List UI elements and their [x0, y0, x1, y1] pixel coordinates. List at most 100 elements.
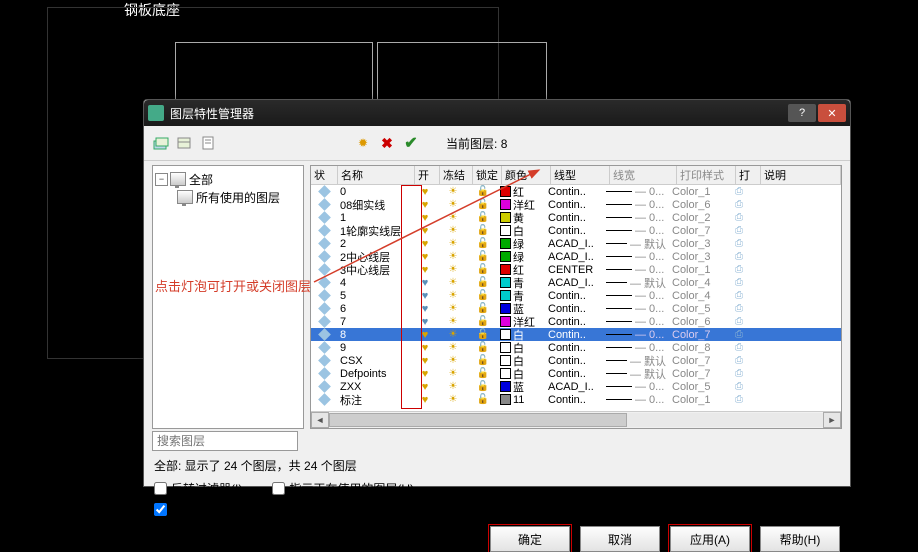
- on-toggle[interactable]: ♥: [413, 224, 437, 237]
- linetype-cell[interactable]: CENTER: [545, 263, 603, 276]
- on-toggle[interactable]: ♥: [413, 250, 437, 263]
- lineweight-cell[interactable]: — 0...: [603, 185, 669, 198]
- lock-toggle[interactable]: 🔓: [469, 341, 497, 354]
- on-toggle[interactable]: ♥: [413, 263, 437, 276]
- lineweight-cell[interactable]: — 默认: [603, 276, 669, 289]
- col-freeze[interactable]: 冻结: [440, 166, 473, 184]
- plotstyle-cell[interactable]: Color_4: [669, 276, 727, 289]
- freeze-toggle[interactable]: ☀: [437, 367, 469, 380]
- freeze-toggle[interactable]: ☀: [437, 315, 469, 328]
- invert-filter-checkbox[interactable]: 反转过滤器(I): [154, 480, 242, 497]
- description-cell[interactable]: [751, 367, 841, 380]
- on-toggle[interactable]: ♥: [413, 237, 437, 250]
- plotstyle-cell[interactable]: Color_5: [669, 380, 727, 393]
- layer-row[interactable]: 08细实线♥☀🔓洋红Contin..— 0...Color_6⎙: [311, 198, 841, 211]
- on-toggle[interactable]: ♥: [413, 302, 437, 315]
- description-cell[interactable]: [751, 315, 841, 328]
- plot-toggle[interactable]: ⎙: [727, 315, 751, 328]
- scroll-thumb[interactable]: [329, 413, 627, 427]
- freeze-toggle[interactable]: ☀: [437, 250, 469, 263]
- description-cell[interactable]: [751, 211, 841, 224]
- layer-name-cell[interactable]: 4: [337, 276, 413, 289]
- lineweight-cell[interactable]: — 0...: [603, 393, 669, 406]
- lock-toggle[interactable]: 🔓: [469, 185, 497, 198]
- description-cell[interactable]: [751, 393, 841, 406]
- layer-name-cell[interactable]: 3中心线层: [337, 263, 413, 276]
- linetype-cell[interactable]: Contin..: [545, 302, 603, 315]
- layer-name-cell[interactable]: 2: [337, 237, 413, 250]
- layer-name-cell[interactable]: 2中心线层: [337, 250, 413, 263]
- layer-states-icon[interactable]: [200, 134, 218, 152]
- layer-name-cell[interactable]: ZXX: [337, 380, 413, 393]
- plot-toggle[interactable]: ⎙: [727, 198, 751, 211]
- color-cell[interactable]: 绿: [497, 250, 545, 263]
- layer-row[interactable]: 2中心线层♥☀🔓绿ACAD_I..— 0...Color_3⎙: [311, 250, 841, 263]
- description-cell[interactable]: [751, 224, 841, 237]
- lineweight-cell[interactable]: — 0...: [603, 328, 669, 341]
- plotstyle-cell[interactable]: Color_7: [669, 367, 727, 380]
- cancel-button[interactable]: 取消: [580, 526, 660, 552]
- on-toggle[interactable]: ♥: [413, 341, 437, 354]
- lock-toggle[interactable]: 🔓: [469, 289, 497, 302]
- ok-button[interactable]: 确定: [490, 526, 570, 552]
- layer-name-cell[interactable]: 7: [337, 315, 413, 328]
- freeze-toggle[interactable]: ☀: [437, 237, 469, 250]
- indicate-in-use-checkbox[interactable]: 指示正在使用的图层(U): [272, 480, 414, 497]
- linetype-cell[interactable]: Contin..: [545, 211, 603, 224]
- plotstyle-cell[interactable]: Color_8: [669, 341, 727, 354]
- lineweight-cell[interactable]: — 默认: [603, 354, 669, 367]
- lineweight-cell[interactable]: — 0...: [603, 380, 669, 393]
- lineweight-cell[interactable]: — 0...: [603, 250, 669, 263]
- col-plot[interactable]: 打: [736, 166, 761, 184]
- layer-row[interactable]: 1轮廓实线层♥☀🔓白Contin..— 0...Color_7⎙: [311, 224, 841, 237]
- plotstyle-cell[interactable]: Color_1: [669, 185, 727, 198]
- freeze-toggle[interactable]: ☀: [437, 302, 469, 315]
- description-cell[interactable]: [751, 341, 841, 354]
- freeze-toggle[interactable]: ☀: [437, 393, 469, 406]
- color-cell[interactable]: 洋红: [497, 315, 545, 328]
- freeze-toggle[interactable]: ☀: [437, 289, 469, 302]
- lineweight-cell[interactable]: — 0...: [603, 263, 669, 276]
- color-cell[interactable]: 青: [497, 276, 545, 289]
- layer-row[interactable]: 5♥☀🔓青Contin..— 0...Color_4⎙: [311, 289, 841, 302]
- help-window-button[interactable]: ?: [788, 104, 816, 122]
- layer-row[interactable]: 2♥☀🔓绿ACAD_I..— 默认Color_3⎙: [311, 237, 841, 250]
- delete-layer-icon[interactable]: ✖: [378, 134, 396, 152]
- col-color[interactable]: 颜色: [502, 166, 551, 184]
- linetype-cell[interactable]: ACAD_I..: [545, 237, 603, 250]
- color-cell[interactable]: 11: [497, 393, 545, 406]
- new-group-icon[interactable]: [176, 134, 194, 152]
- description-cell[interactable]: [751, 380, 841, 393]
- layer-name-cell[interactable]: 8: [337, 328, 413, 341]
- lineweight-cell[interactable]: — 默认: [603, 367, 669, 380]
- plot-toggle[interactable]: ⎙: [727, 237, 751, 250]
- color-cell[interactable]: 白: [497, 328, 545, 341]
- col-status[interactable]: 状: [311, 166, 338, 184]
- on-toggle[interactable]: ♥: [413, 276, 437, 289]
- plot-toggle[interactable]: ⎙: [727, 276, 751, 289]
- col-lineweight[interactable]: 线宽: [610, 166, 677, 184]
- description-cell[interactable]: [751, 354, 841, 367]
- lineweight-cell[interactable]: — 0...: [603, 224, 669, 237]
- layer-name-cell[interactable]: 0: [337, 185, 413, 198]
- freeze-toggle[interactable]: ☀: [437, 198, 469, 211]
- description-cell[interactable]: [751, 250, 841, 263]
- col-lock[interactable]: 锁定: [473, 166, 502, 184]
- color-cell[interactable]: 白: [497, 367, 545, 380]
- lock-toggle[interactable]: 🔓: [469, 393, 497, 406]
- on-toggle[interactable]: ♥: [413, 315, 437, 328]
- layer-row[interactable]: 3中心线层♥☀🔓红CENTER— 0...Color_1⎙: [311, 263, 841, 276]
- search-input[interactable]: [152, 431, 298, 451]
- color-cell[interactable]: 红: [497, 263, 545, 276]
- layer-name-cell[interactable]: 08细实线: [337, 198, 413, 211]
- color-cell[interactable]: 蓝: [497, 380, 545, 393]
- lock-toggle[interactable]: 🔓: [469, 380, 497, 393]
- layer-row[interactable]: 1♥☀🔓黄Contin..— 0...Color_2⎙: [311, 211, 841, 224]
- plotstyle-cell[interactable]: Color_7: [669, 354, 727, 367]
- set-current-icon[interactable]: ✔: [402, 134, 420, 152]
- layer-name-cell[interactable]: Defpoints: [337, 367, 413, 380]
- on-toggle[interactable]: ♥: [413, 289, 437, 302]
- plot-toggle[interactable]: ⎙: [727, 367, 751, 380]
- grid-header[interactable]: 状 名称 开 冻结 锁定 颜色 线型 线宽 打印样式 打 说明: [311, 166, 841, 185]
- linetype-cell[interactable]: Contin..: [545, 198, 603, 211]
